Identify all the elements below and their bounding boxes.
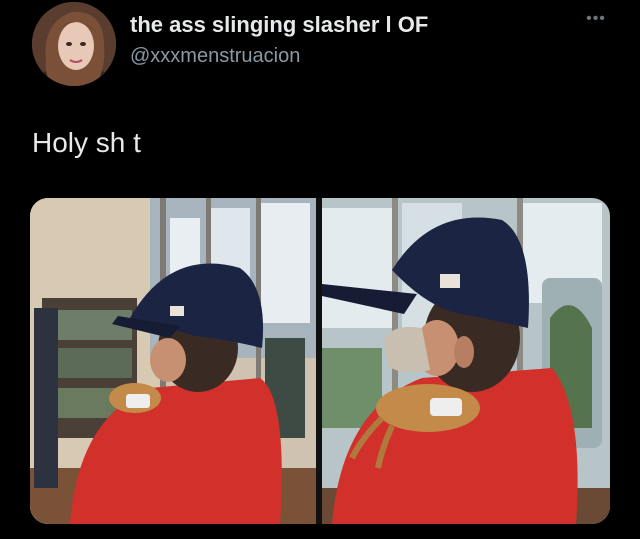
more-options-button[interactable]: ••• [582, 10, 610, 30]
photo-2[interactable] [322, 198, 610, 524]
media-grid [30, 198, 610, 524]
tweet-text: Holy sh t [32, 127, 141, 158]
photo-2-image [322, 198, 610, 524]
more-horizontal-icon: ••• [586, 10, 606, 27]
user-handle[interactable]: @xxxmenstruacion [130, 45, 300, 68]
avatar[interactable] [32, 2, 116, 86]
avatar-image [32, 2, 116, 86]
photo-1-image [30, 198, 316, 524]
display-name[interactable]: the ass slinging slasher l OF [130, 12, 428, 38]
photo-1[interactable] [30, 198, 316, 524]
